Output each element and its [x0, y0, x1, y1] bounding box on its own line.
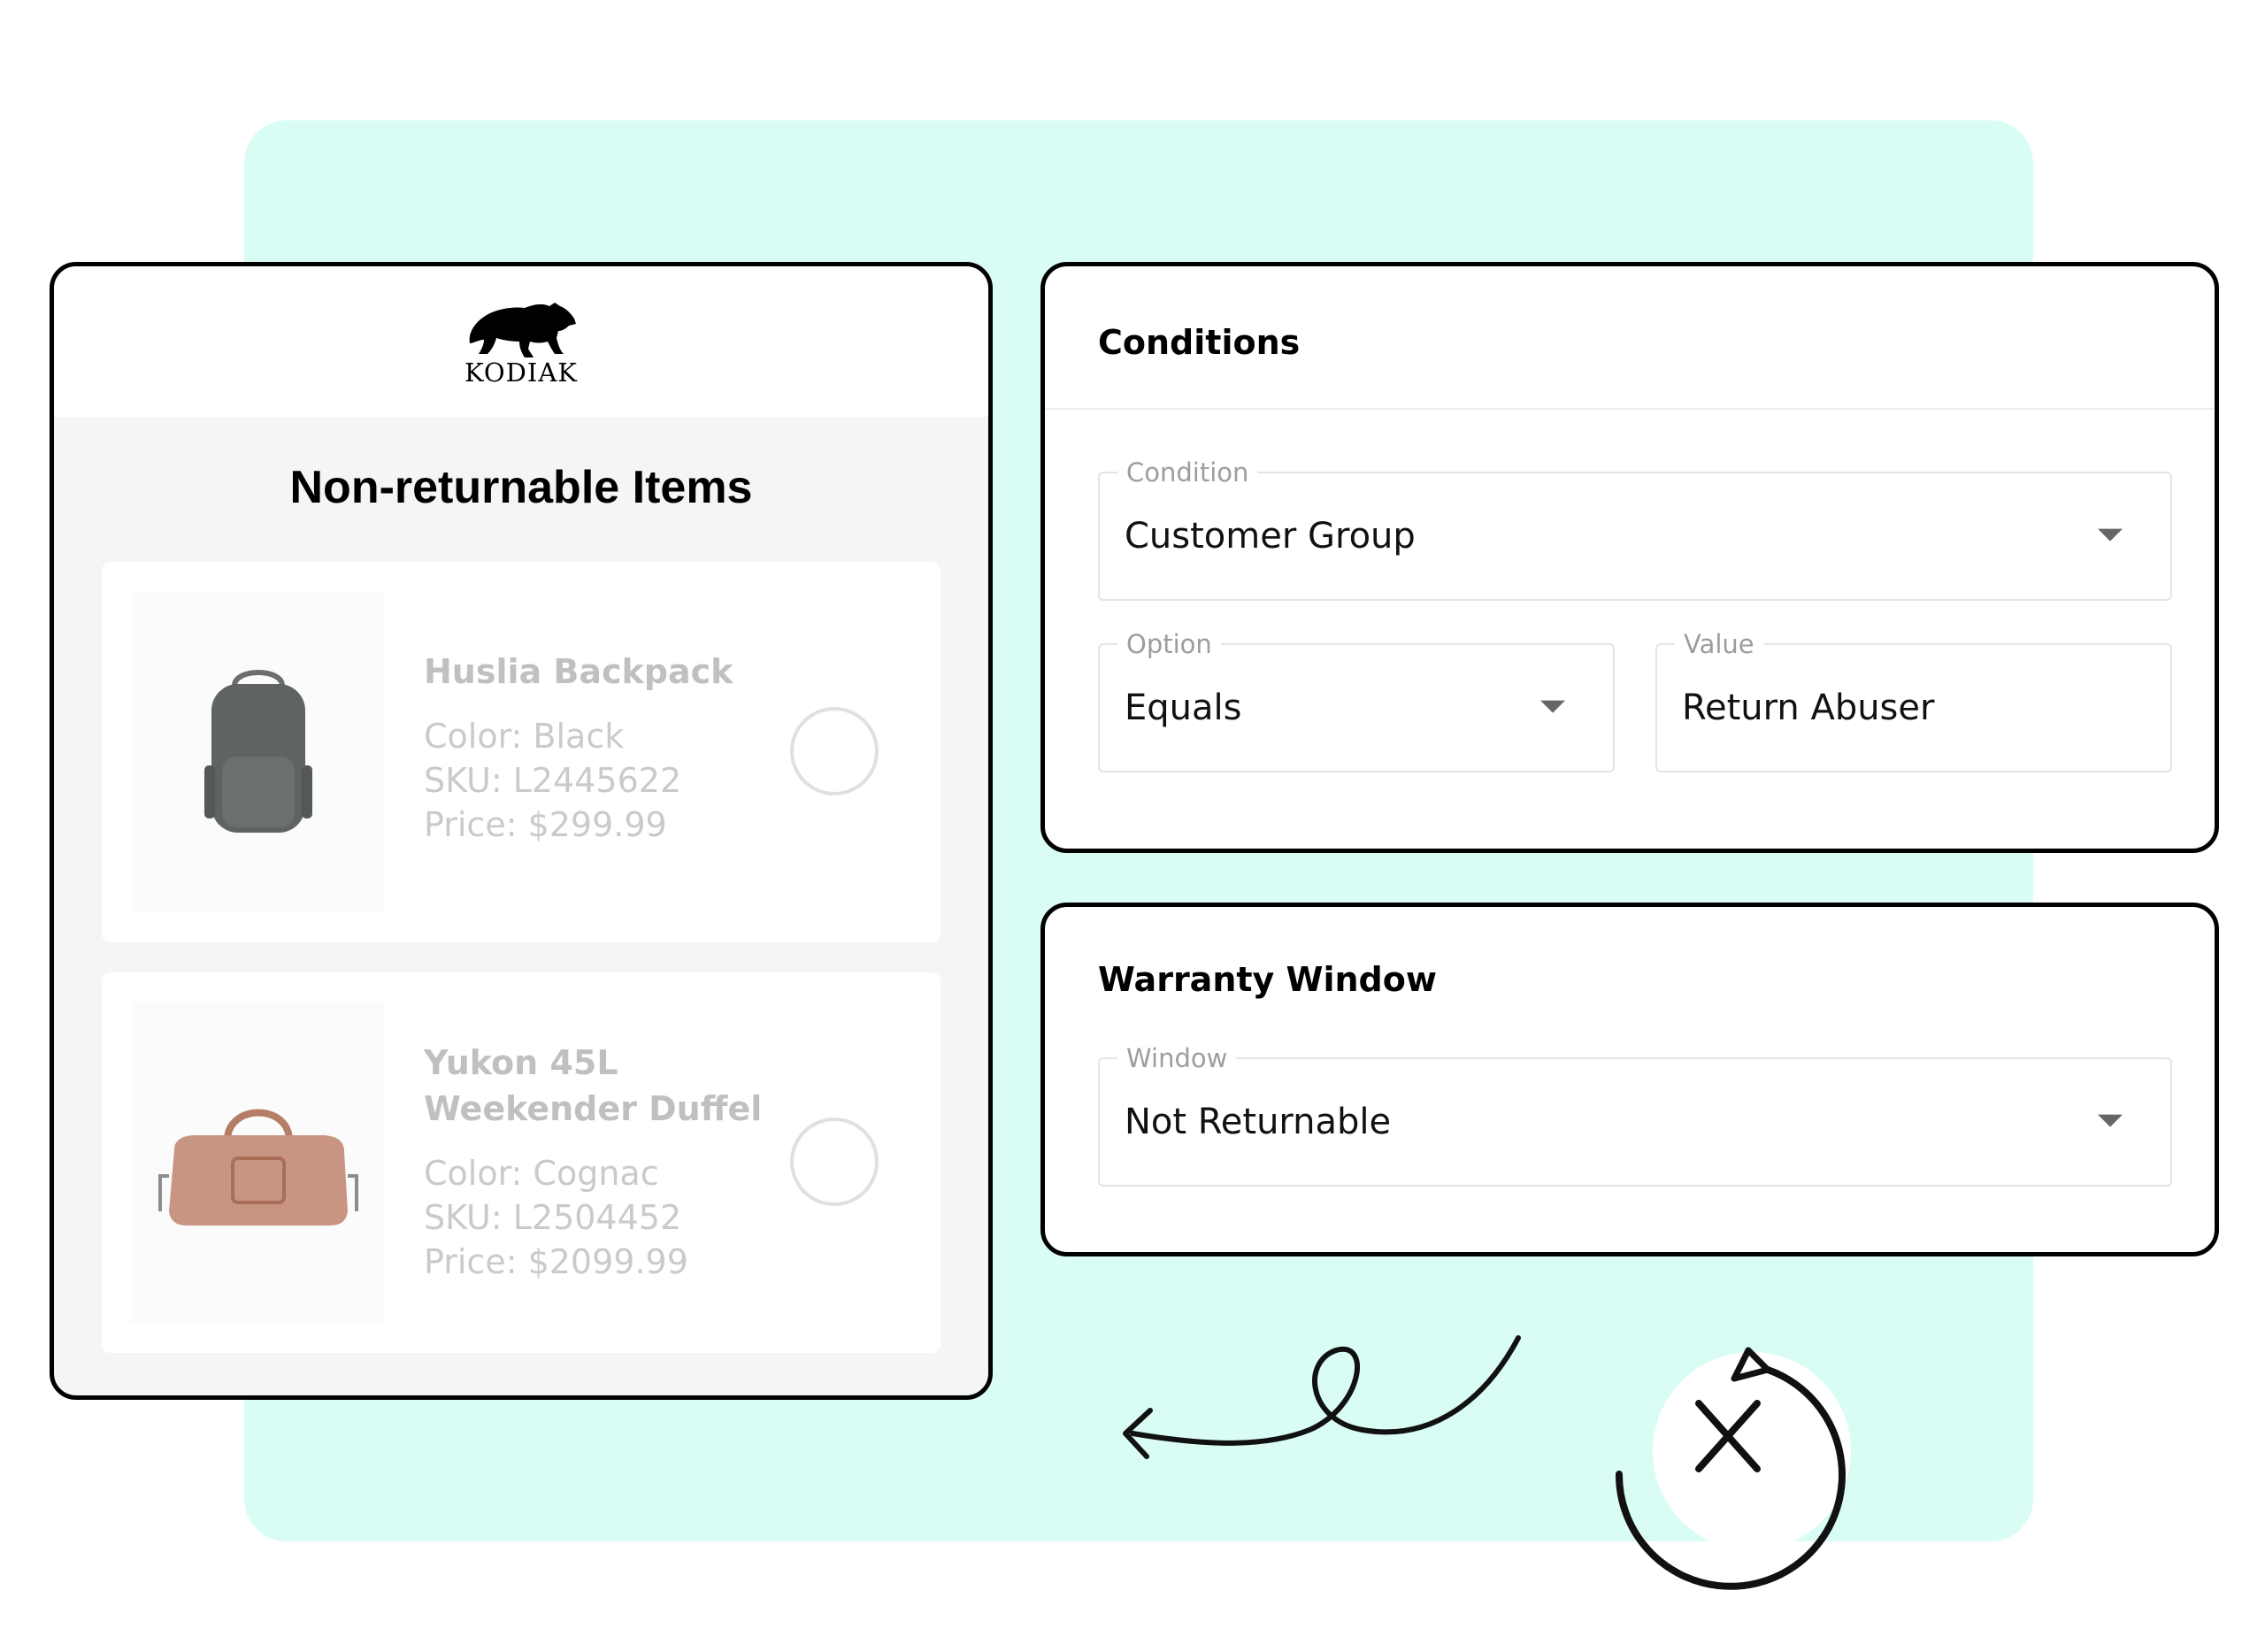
curly-arrow-icon: [1123, 1335, 1521, 1459]
no-return-clock-icon: [1615, 1347, 1851, 1590]
